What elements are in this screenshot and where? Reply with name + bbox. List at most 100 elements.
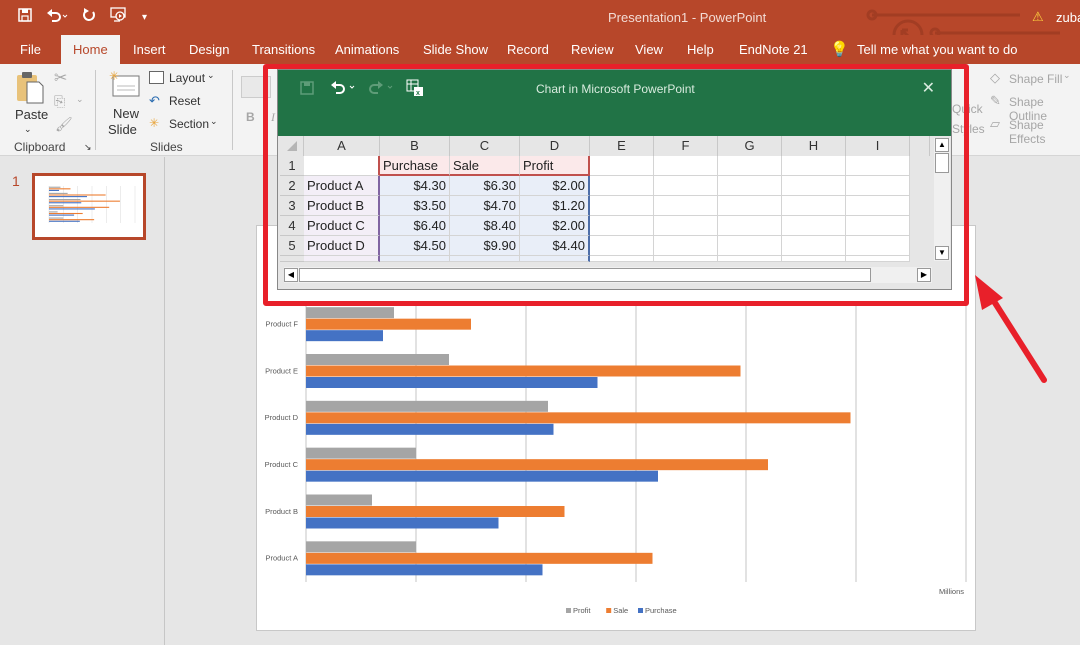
bar-purchase-product-e[interactable] (49, 196, 87, 198)
bar-sale-product-a[interactable] (49, 219, 95, 221)
category-label: Product E (265, 366, 298, 375)
tab-insert[interactable]: Insert (133, 42, 166, 57)
tab-help[interactable]: Help (687, 42, 714, 57)
tab-view[interactable]: View (635, 42, 663, 57)
legend-label-profit[interactable]: Profit (573, 606, 591, 615)
bar-profit-product-a[interactable] (49, 217, 64, 219)
quick-access-toolbar: ▾ (18, 7, 147, 29)
dialog-launcher-icon[interactable]: ↘ (84, 142, 92, 153)
bar-purchase-product-d[interactable] (49, 202, 82, 204)
tab-animations[interactable]: Animations (335, 42, 399, 57)
category-label: Product B (265, 507, 298, 516)
bar-sale-product-c[interactable] (306, 459, 768, 471)
slide-thumbnail[interactable] (32, 173, 146, 240)
legend-swatch-purchase (638, 608, 643, 613)
undo-icon[interactable] (46, 8, 68, 28)
cut-icon[interactable]: ✂ (54, 68, 67, 88)
bar-sale-product-d[interactable] (306, 412, 851, 424)
svg-text:✳: ✳ (109, 70, 119, 83)
customize-qat-icon[interactable]: ▾ (142, 8, 147, 28)
layout-icon (149, 71, 164, 84)
user-name[interactable]: zuba (1056, 10, 1080, 25)
legend-label-purchase[interactable]: Purchase (645, 606, 677, 615)
group-separator (95, 70, 96, 150)
bar-purchase-product-f[interactable] (49, 189, 60, 191)
tab-record[interactable]: Record (507, 42, 549, 57)
tab-review[interactable]: Review (571, 42, 614, 57)
bar-purchase-product-a[interactable] (306, 564, 543, 576)
bar-purchase-product-e[interactable] (306, 377, 598, 388)
bar-profit-product-f[interactable] (306, 307, 394, 319)
bar-sale-product-a[interactable] (306, 552, 653, 564)
slide-thumbnails-pane: 1 (0, 157, 165, 645)
section-icon: ✳ (149, 116, 160, 130)
category-label: Product C (265, 460, 299, 469)
window-title: Presentation1 - PowerPoint (608, 10, 767, 25)
chevron-down-icon: ⌄ (76, 94, 84, 104)
shape-effects-icon: ▱ (990, 116, 1000, 131)
bar-purchase-product-c[interactable] (49, 208, 95, 210)
bar-profit-product-e[interactable] (306, 354, 449, 365)
copy-icon[interactable]: ⎘ (54, 93, 65, 110)
save-icon[interactable] (18, 8, 32, 28)
bar-profit-product-e[interactable] (49, 192, 68, 194)
shape-effects-button[interactable]: ▱ Shape Effects (990, 116, 1080, 146)
chevron-down-icon: ⌄ (24, 124, 32, 134)
bar-sale-product-b[interactable] (306, 506, 565, 517)
bar-profit-product-d[interactable] (49, 199, 81, 201)
tab-home[interactable]: Home (61, 35, 120, 64)
bar-sale-product-b[interactable] (49, 212, 83, 215)
bar-profit-product-b[interactable] (49, 211, 58, 213)
bar-purchase-product-b[interactable] (49, 214, 75, 216)
new-slide-icon: ✳ (109, 70, 140, 97)
reset-icon: ↶ (149, 93, 160, 108)
thumbnail-chart (48, 186, 136, 223)
bar-sale-product-e[interactable] (306, 365, 741, 377)
group-label-clipboard: Clipboard (14, 140, 66, 154)
title-bar: ▾ Presentation1 - PowerPoint ⚠ zuba (0, 0, 1080, 62)
redo-icon[interactable] (82, 8, 96, 28)
bar-profit-product-a[interactable] (306, 541, 416, 553)
bar-purchase-product-f[interactable] (306, 330, 383, 342)
group-separator (232, 70, 233, 150)
layout-button[interactable]: Layout ⌄ (149, 70, 229, 88)
format-painter-icon[interactable]: 🖌 (55, 116, 73, 133)
bar-sale-product-d[interactable] (49, 200, 120, 202)
bar-purchase-product-d[interactable] (306, 423, 554, 435)
bar-purchase-product-c[interactable] (306, 470, 658, 482)
bar-sale-product-f[interactable] (306, 318, 471, 330)
tell-me-search[interactable]: Tell me what you want to do (857, 42, 1017, 57)
shape-fill-button[interactable]: ◇ Shape Fill ⌄ (990, 70, 1080, 88)
bar-profit-product-d[interactable] (306, 400, 548, 412)
bar-profit-product-c[interactable] (49, 205, 64, 207)
warning-icon[interactable]: ⚠ (1032, 9, 1044, 25)
tab-design[interactable]: Design (189, 42, 229, 57)
ribbon-tabs: File Home Insert Design Transitions Anim… (0, 35, 1080, 64)
bar-sale-product-f[interactable] (49, 188, 71, 190)
bar-purchase-product-b[interactable] (306, 517, 499, 529)
paste-button[interactable]: Paste ⌄ (12, 70, 48, 140)
tab-transitions[interactable]: Transitions (252, 42, 315, 57)
legend-label-sale[interactable]: Sale (613, 606, 628, 615)
category-label: Product F (265, 319, 298, 328)
tab-endnote[interactable]: EndNote 21 (739, 42, 808, 57)
bar-sale-product-c[interactable] (49, 206, 110, 208)
reset-button[interactable]: ↶ Reset (149, 93, 229, 111)
section-button[interactable]: ✳ Section ⌄ (149, 116, 229, 134)
shape-outline-button[interactable]: ✎ Shape Outline (990, 93, 1080, 123)
axis-unit-label: Millions (939, 587, 964, 596)
lightbulb-icon: 💡 (830, 41, 849, 58)
bar-purchase-product-a[interactable] (49, 220, 80, 222)
start-from-beginning-icon[interactable] (110, 7, 128, 29)
bar-profit-product-f[interactable] (49, 186, 61, 188)
new-slide-button[interactable]: ✳ New Slide (106, 70, 144, 140)
tab-file[interactable]: File (20, 42, 41, 57)
highlight-annotation-box (263, 64, 969, 306)
bar-profit-product-c[interactable] (306, 447, 416, 459)
tab-slide-show[interactable]: Slide Show (423, 42, 488, 57)
bold-button[interactable]: B (246, 110, 255, 124)
paste-icon (17, 72, 44, 104)
pencil-icon: ✎ (990, 93, 1001, 108)
bar-sale-product-e[interactable] (49, 194, 106, 196)
bar-profit-product-b[interactable] (306, 494, 372, 506)
